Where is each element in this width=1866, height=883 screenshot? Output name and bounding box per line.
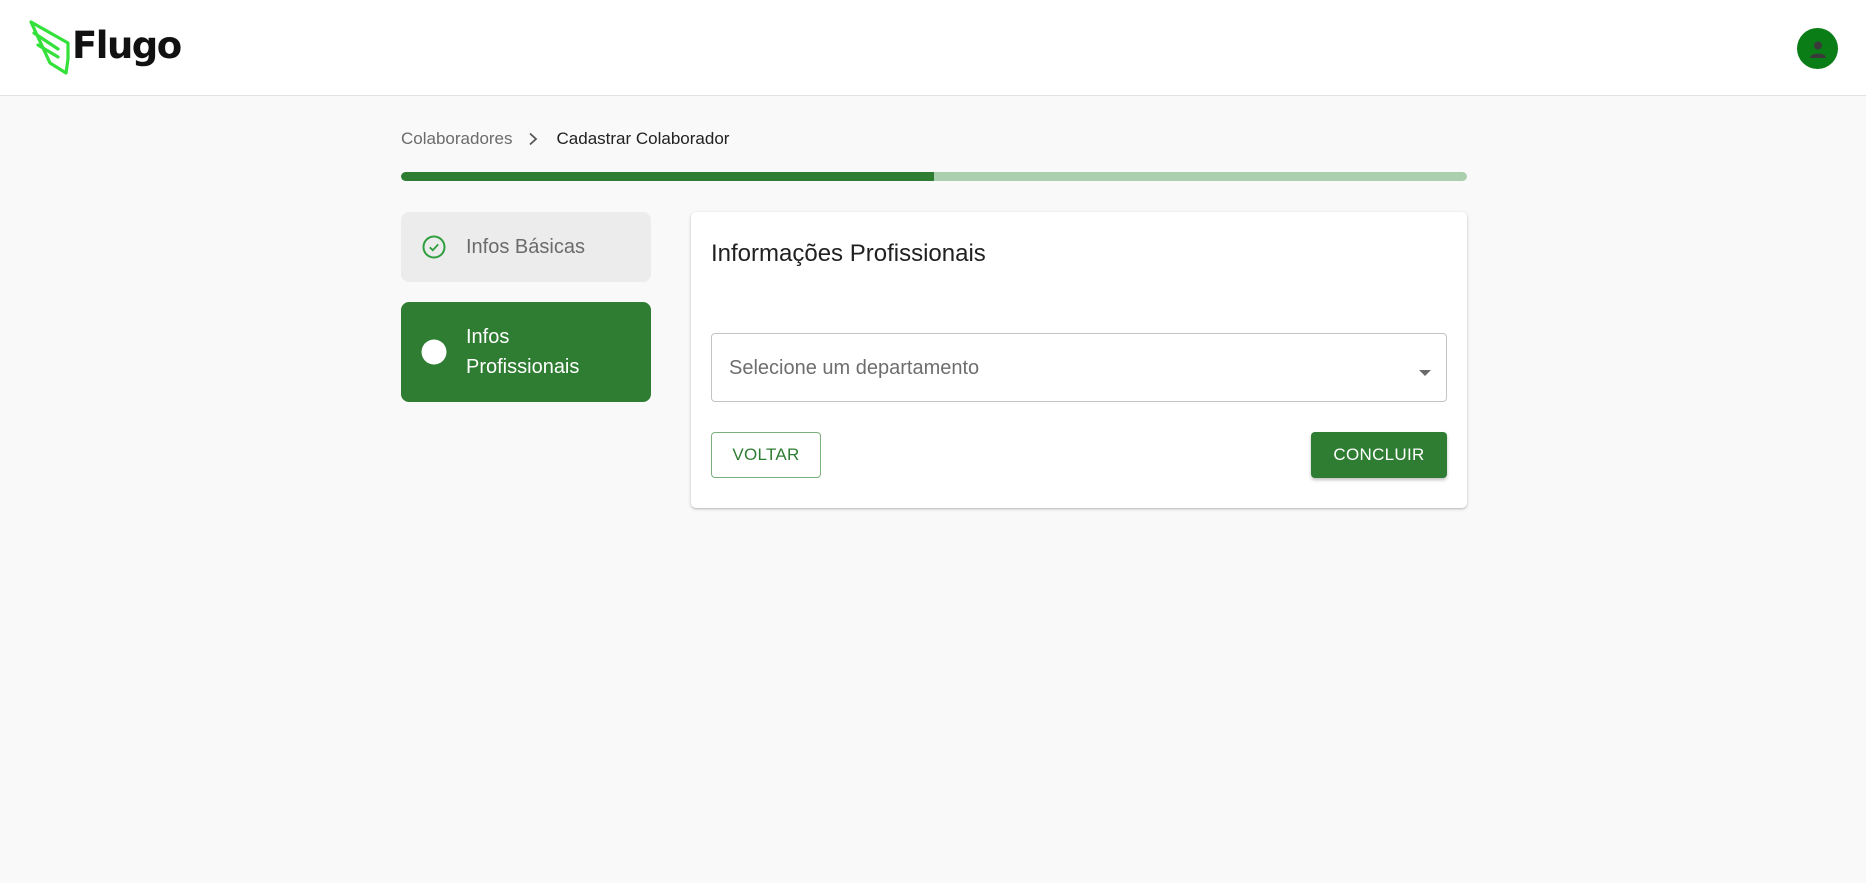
back-button[interactable]: VOLTAR bbox=[711, 432, 821, 478]
check-circle-icon bbox=[421, 234, 447, 260]
progress-bar bbox=[401, 172, 1467, 181]
chevron-right-icon bbox=[528, 132, 538, 146]
department-select-placeholder: Selecione um departamento bbox=[729, 357, 980, 379]
breadcrumb-colaboradores[interactable]: Colaboradores bbox=[401, 129, 513, 149]
finish-button[interactable]: CONCLUIR bbox=[1311, 432, 1447, 478]
breadcrumb-current: Cadastrar Colaborador bbox=[556, 129, 730, 148]
step-label: Infos Profissionais bbox=[466, 326, 580, 378]
step-infos-basicas[interactable]: Infos Básicas bbox=[401, 212, 651, 282]
user-avatar-icon bbox=[1809, 41, 1826, 58]
flugo-logo[interactable]: Flugo bbox=[28, 19, 182, 75]
top-app-bar: Flugo bbox=[0, 0, 1866, 96]
caret-down-icon bbox=[1418, 364, 1432, 382]
flugo-wing-icon bbox=[29, 20, 70, 75]
step-label: Infos Básicas bbox=[466, 236, 585, 258]
circle-icon bbox=[421, 339, 447, 365]
professional-info-card: Informações Profissionais Selecione um d… bbox=[691, 212, 1467, 508]
breadcrumb: Colaboradores Cadastrar Colaborador bbox=[401, 129, 729, 149]
step-infos-profissionais[interactable]: Infos Profissionais bbox=[401, 302, 651, 402]
logo-text: Flugo bbox=[72, 23, 182, 67]
user-avatar[interactable] bbox=[1797, 28, 1838, 69]
progress-bar-fill bbox=[401, 172, 934, 181]
card-title: Informações Profissionais bbox=[711, 240, 986, 267]
department-select[interactable]: Selecione um departamento bbox=[711, 333, 1447, 402]
